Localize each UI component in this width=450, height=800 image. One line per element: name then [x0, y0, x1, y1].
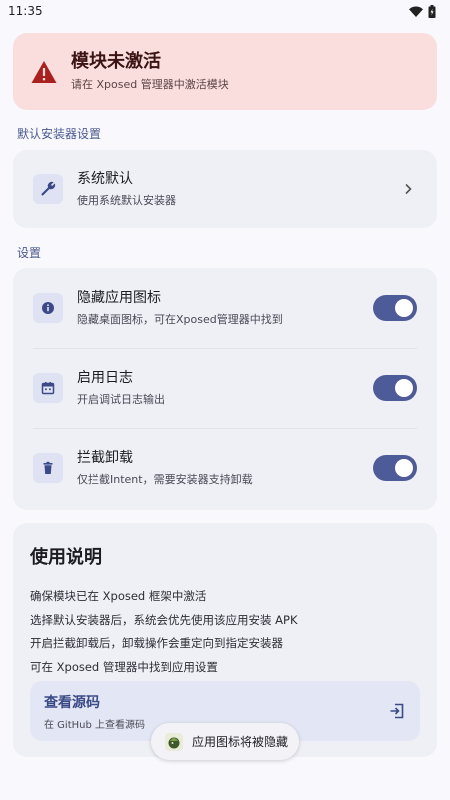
toggle-knob [395, 379, 413, 397]
hide-icon-subtitle: 隐藏桌面图标，可在Xposed管理器中找到 [77, 313, 283, 326]
enable-log-subtitle: 开启调试日志输出 [77, 393, 165, 406]
status-bar: 11:35 [0, 0, 450, 22]
status-icons [409, 4, 436, 18]
settings-section-label: 设置 [17, 246, 42, 260]
installer-card: 系统默认 使用系统默认安装器 [13, 150, 437, 228]
usage-line: 确保模块已在 Xposed 框架中激活 [30, 589, 207, 603]
usage-card: 使用说明 确保模块已在 Xposed 框架中激活 选择默认安装器后，系统会优先使… [13, 523, 437, 757]
toggle-knob [395, 299, 413, 317]
intercept-uninstall-row[interactable]: 拦截卸载 仅拦截Intent，需要安装器支持卸载 [13, 428, 437, 508]
trash-icon [33, 453, 63, 483]
hide-icon-toggle[interactable] [373, 295, 417, 321]
toast-message: 应用图标将被隐藏 [151, 723, 299, 760]
calendar-icon [33, 373, 63, 403]
info-icon [33, 293, 63, 323]
enable-log-toggle[interactable] [373, 375, 417, 401]
default-installer-title: 系统默认 [77, 171, 133, 187]
hide-icon-title: 隐藏应用图标 [77, 290, 161, 306]
battery-icon [428, 4, 436, 18]
toggle-knob [395, 459, 413, 477]
status-time: 11:35 [8, 4, 43, 18]
usage-line: 开启拦截卸载后，卸载操作会重定向到指定安装器 [30, 636, 283, 651]
settings-card: 隐藏应用图标 隐藏桌面图标，可在Xposed管理器中找到 启用日志 开启调试日志… [13, 268, 437, 510]
default-installer-subtitle: 使用系统默认安装器 [77, 194, 176, 207]
installer-section-label: 默认安装器设置 [17, 127, 102, 141]
banner-title: 模块未激活 [71, 51, 161, 72]
default-installer-row[interactable]: 系统默认 使用系统默认安装器 [13, 150, 437, 228]
usage-title: 使用说明 [30, 547, 102, 568]
open-external-icon [390, 703, 404, 719]
intercept-uninstall-title: 拦截卸载 [77, 450, 133, 466]
intercept-uninstall-toggle[interactable] [373, 455, 417, 481]
enable-log-title: 启用日志 [77, 370, 133, 386]
hide-icon-row[interactable]: 隐藏应用图标 隐藏桌面图标，可在Xposed管理器中找到 [13, 268, 437, 348]
usage-line: 可在 Xposed 管理器中找到应用设置 [30, 659, 218, 674]
wrench-icon [33, 174, 63, 204]
enable-log-row[interactable]: 启用日志 开启调试日志输出 [13, 348, 437, 428]
toast-text: 应用图标将被隐藏 [192, 735, 289, 749]
module-inactive-banner: 模块未激活 请在 Xposed 管理器中激活模块 [13, 33, 437, 110]
banner-subtitle: 请在 Xposed 管理器中激活模块 [71, 78, 229, 91]
view-source-title: 查看源码 [44, 694, 100, 711]
app-icon [165, 732, 183, 751]
usage-line: 选择默认安装器后，系统会优先使用该应用安装 APK [30, 612, 298, 627]
warning-icon [31, 60, 57, 83]
intercept-uninstall-subtitle: 仅拦截Intent，需要安装器支持卸载 [77, 473, 253, 486]
wifi-icon [409, 6, 423, 17]
chevron-right-icon [405, 183, 412, 195]
banner-text: 模块未激活 请在 Xposed 管理器中激活模块 [71, 51, 229, 92]
